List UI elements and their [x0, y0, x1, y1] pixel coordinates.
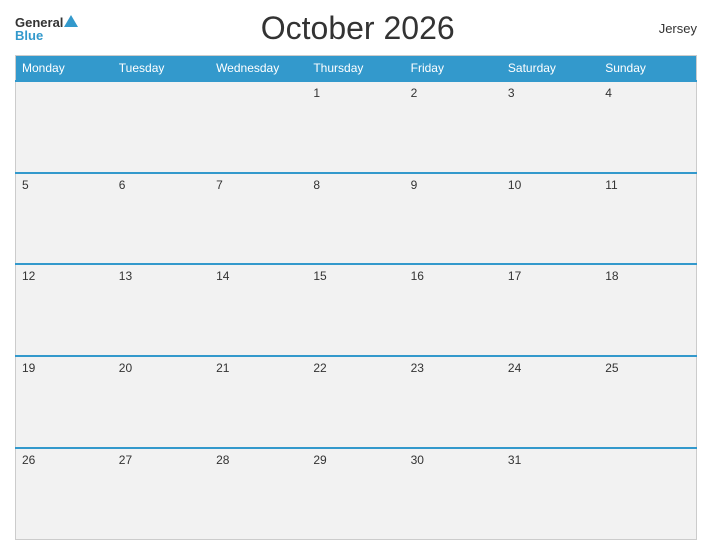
calendar-cell: 5 [16, 173, 113, 265]
day-number: 9 [411, 178, 418, 192]
calendar-cell: 28 [210, 448, 307, 540]
day-number: 6 [119, 178, 126, 192]
logo-blue-text: Blue [15, 28, 43, 43]
calendar-cell: 11 [599, 173, 696, 265]
calendar-cell: 20 [113, 356, 210, 448]
logo-triangle-icon [64, 15, 78, 27]
day-number: 10 [508, 178, 521, 192]
calendar-cell: 1 [307, 81, 404, 173]
day-number: 20 [119, 361, 132, 375]
col-thursday: Thursday [307, 56, 404, 82]
calendar-cell: 9 [405, 173, 502, 265]
calendar-cell: 13 [113, 264, 210, 356]
day-number: 13 [119, 269, 132, 283]
calendar-cell: 16 [405, 264, 502, 356]
calendar-cell [599, 448, 696, 540]
calendar-header: General Blue October 2026 Jersey [15, 10, 697, 47]
calendar-table: Monday Tuesday Wednesday Thursday Friday… [15, 55, 697, 540]
day-number: 11 [605, 178, 617, 192]
calendar-cell: 25 [599, 356, 696, 448]
calendar-cell: 8 [307, 173, 404, 265]
calendar-week-row: 12 13 14 15 16 17 18 [16, 264, 697, 356]
calendar-week-row: 5 6 7 8 9 10 11 [16, 173, 697, 265]
day-number: 7 [216, 178, 223, 192]
col-sunday: Sunday [599, 56, 696, 82]
day-number: 4 [605, 86, 612, 100]
calendar-cell: 6 [113, 173, 210, 265]
calendar-cell: 4 [599, 81, 696, 173]
calendar-week-row: 26 27 28 29 30 31 [16, 448, 697, 540]
day-number: 25 [605, 361, 618, 375]
day-number: 21 [216, 361, 229, 375]
calendar-body: 1234567891011121314151617181920212223242… [16, 81, 697, 540]
calendar-cell: 30 [405, 448, 502, 540]
col-friday: Friday [405, 56, 502, 82]
logo: General Blue [15, 15, 78, 43]
day-number: 3 [508, 86, 515, 100]
calendar-cell: 12 [16, 264, 113, 356]
day-number: 22 [313, 361, 326, 375]
calendar-cell: 31 [502, 448, 599, 540]
col-monday: Monday [16, 56, 113, 82]
calendar-cell: 23 [405, 356, 502, 448]
calendar-page: General Blue October 2026 Jersey Monday … [0, 0, 712, 550]
day-number: 26 [22, 453, 35, 467]
day-number: 29 [313, 453, 326, 467]
calendar-cell [16, 81, 113, 173]
day-number: 14 [216, 269, 229, 283]
location-label: Jersey [637, 21, 697, 36]
day-number: 8 [313, 178, 320, 192]
month-title: October 2026 [78, 10, 637, 47]
col-saturday: Saturday [502, 56, 599, 82]
day-number: 30 [411, 453, 424, 467]
calendar-cell: 2 [405, 81, 502, 173]
calendar-cell: 27 [113, 448, 210, 540]
calendar-cell: 10 [502, 173, 599, 265]
day-number: 18 [605, 269, 618, 283]
days-row: Monday Tuesday Wednesday Thursday Friday… [16, 56, 697, 82]
day-number: 12 [22, 269, 35, 283]
calendar-cell: 14 [210, 264, 307, 356]
calendar-cell: 15 [307, 264, 404, 356]
day-number: 5 [22, 178, 29, 192]
calendar-cell [210, 81, 307, 173]
calendar-week-row: 19 20 21 22 23 24 25 [16, 356, 697, 448]
day-number: 16 [411, 269, 424, 283]
calendar-cell: 18 [599, 264, 696, 356]
day-number: 19 [22, 361, 35, 375]
day-number: 23 [411, 361, 424, 375]
day-number: 2 [411, 86, 418, 100]
calendar-cell: 22 [307, 356, 404, 448]
calendar-cell: 26 [16, 448, 113, 540]
calendar-header-row: Monday Tuesday Wednesday Thursday Friday… [16, 56, 697, 82]
calendar-cell: 21 [210, 356, 307, 448]
day-number: 15 [313, 269, 326, 283]
calendar-cell: 7 [210, 173, 307, 265]
col-tuesday: Tuesday [113, 56, 210, 82]
calendar-cell [113, 81, 210, 173]
day-number: 31 [508, 453, 521, 467]
calendar-cell: 17 [502, 264, 599, 356]
day-number: 28 [216, 453, 229, 467]
calendar-cell: 19 [16, 356, 113, 448]
day-number: 24 [508, 361, 521, 375]
day-number: 1 [313, 86, 320, 100]
calendar-cell: 24 [502, 356, 599, 448]
day-number: 17 [508, 269, 521, 283]
calendar-cell: 29 [307, 448, 404, 540]
col-wednesday: Wednesday [210, 56, 307, 82]
day-number: 27 [119, 453, 132, 467]
calendar-cell: 3 [502, 81, 599, 173]
calendar-week-row: 1 2 3 4 [16, 81, 697, 173]
